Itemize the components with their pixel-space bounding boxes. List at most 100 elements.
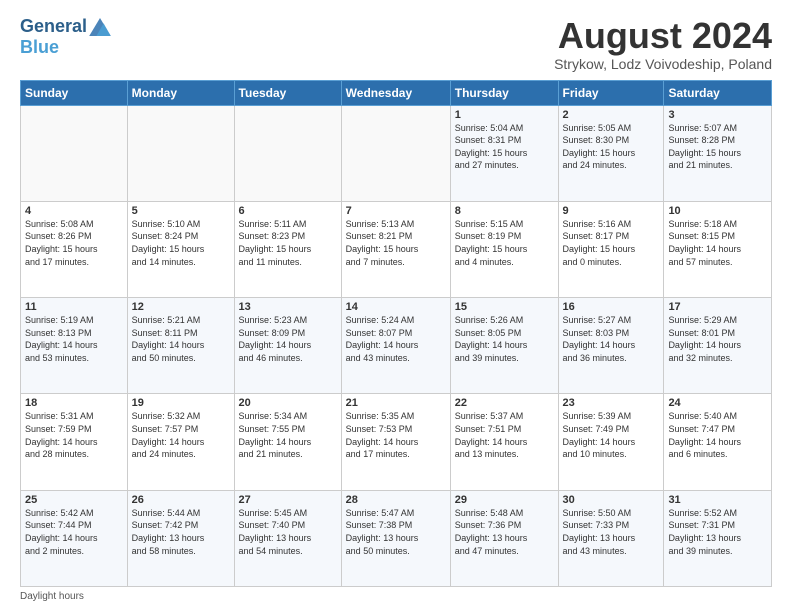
- day-number: 18: [25, 397, 123, 409]
- day-cell: 18Sunrise: 5:31 AM Sunset: 7:59 PM Dayli…: [21, 394, 128, 490]
- calendar: SundayMondayTuesdayWednesdayThursdayFrid…: [20, 80, 772, 587]
- day-header-monday: Monday: [127, 80, 234, 105]
- day-info: Sunrise: 5:10 AM Sunset: 8:24 PM Dayligh…: [132, 218, 230, 268]
- day-number: 16: [563, 301, 660, 313]
- day-info: Sunrise: 5:29 AM Sunset: 8:01 PM Dayligh…: [668, 314, 767, 364]
- day-header-thursday: Thursday: [450, 80, 558, 105]
- day-number: 7: [346, 205, 446, 217]
- day-number: 2: [563, 109, 660, 121]
- day-number: 31: [668, 494, 767, 506]
- day-info: Sunrise: 5:27 AM Sunset: 8:03 PM Dayligh…: [563, 314, 660, 364]
- day-cell: [234, 105, 341, 201]
- day-header-wednesday: Wednesday: [341, 80, 450, 105]
- day-header-tuesday: Tuesday: [234, 80, 341, 105]
- day-cell: 28Sunrise: 5:47 AM Sunset: 7:38 PM Dayli…: [341, 490, 450, 586]
- day-number: 9: [563, 205, 660, 217]
- day-info: Sunrise: 5:07 AM Sunset: 8:28 PM Dayligh…: [668, 122, 767, 172]
- month-title: August 2024: [554, 16, 772, 56]
- day-cell: 4Sunrise: 5:08 AM Sunset: 8:26 PM Daylig…: [21, 201, 128, 297]
- day-info: Sunrise: 5:26 AM Sunset: 8:05 PM Dayligh…: [455, 314, 554, 364]
- day-cell: 20Sunrise: 5:34 AM Sunset: 7:55 PM Dayli…: [234, 394, 341, 490]
- day-number: 24: [668, 397, 767, 409]
- day-cell: 29Sunrise: 5:48 AM Sunset: 7:36 PM Dayli…: [450, 490, 558, 586]
- day-number: 5: [132, 205, 230, 217]
- day-cell: 23Sunrise: 5:39 AM Sunset: 7:49 PM Dayli…: [558, 394, 664, 490]
- day-cell: 3Sunrise: 5:07 AM Sunset: 8:28 PM Daylig…: [664, 105, 772, 201]
- location-subtitle: Strykow, Lodz Voivodeship, Poland: [554, 56, 772, 72]
- day-cell: 24Sunrise: 5:40 AM Sunset: 7:47 PM Dayli…: [664, 394, 772, 490]
- header-row: SundayMondayTuesdayWednesdayThursdayFrid…: [21, 80, 772, 105]
- day-cell: 31Sunrise: 5:52 AM Sunset: 7:31 PM Dayli…: [664, 490, 772, 586]
- logo-blue-text: Blue: [20, 37, 59, 58]
- day-cell: 1Sunrise: 5:04 AM Sunset: 8:31 PM Daylig…: [450, 105, 558, 201]
- day-number: 8: [455, 205, 554, 217]
- day-number: 6: [239, 205, 337, 217]
- day-info: Sunrise: 5:42 AM Sunset: 7:44 PM Dayligh…: [25, 507, 123, 557]
- day-number: 29: [455, 494, 554, 506]
- day-number: 10: [668, 205, 767, 217]
- logo-general-text: General: [20, 16, 87, 37]
- day-number: 17: [668, 301, 767, 313]
- day-info: Sunrise: 5:24 AM Sunset: 8:07 PM Dayligh…: [346, 314, 446, 364]
- day-info: Sunrise: 5:15 AM Sunset: 8:19 PM Dayligh…: [455, 218, 554, 268]
- day-cell: 26Sunrise: 5:44 AM Sunset: 7:42 PM Dayli…: [127, 490, 234, 586]
- logo: General Blue: [20, 16, 111, 58]
- calendar-table: SundayMondayTuesdayWednesdayThursdayFrid…: [20, 80, 772, 587]
- week-row-2: 4Sunrise: 5:08 AM Sunset: 8:26 PM Daylig…: [21, 201, 772, 297]
- day-number: 19: [132, 397, 230, 409]
- day-cell: 12Sunrise: 5:21 AM Sunset: 8:11 PM Dayli…: [127, 298, 234, 394]
- day-cell: 30Sunrise: 5:50 AM Sunset: 7:33 PM Dayli…: [558, 490, 664, 586]
- day-info: Sunrise: 5:50 AM Sunset: 7:33 PM Dayligh…: [563, 507, 660, 557]
- header: General Blue August 2024 Strykow, Lodz V…: [20, 16, 772, 72]
- day-info: Sunrise: 5:04 AM Sunset: 8:31 PM Dayligh…: [455, 122, 554, 172]
- day-cell: 2Sunrise: 5:05 AM Sunset: 8:30 PM Daylig…: [558, 105, 664, 201]
- week-row-4: 18Sunrise: 5:31 AM Sunset: 7:59 PM Dayli…: [21, 394, 772, 490]
- day-info: Sunrise: 5:35 AM Sunset: 7:53 PM Dayligh…: [346, 410, 446, 460]
- day-info: Sunrise: 5:44 AM Sunset: 7:42 PM Dayligh…: [132, 507, 230, 557]
- day-info: Sunrise: 5:08 AM Sunset: 8:26 PM Dayligh…: [25, 218, 123, 268]
- day-cell: 7Sunrise: 5:13 AM Sunset: 8:21 PM Daylig…: [341, 201, 450, 297]
- day-number: 23: [563, 397, 660, 409]
- day-number: 28: [346, 494, 446, 506]
- day-info: Sunrise: 5:31 AM Sunset: 7:59 PM Dayligh…: [25, 410, 123, 460]
- day-info: Sunrise: 5:45 AM Sunset: 7:40 PM Dayligh…: [239, 507, 337, 557]
- day-cell: 6Sunrise: 5:11 AM Sunset: 8:23 PM Daylig…: [234, 201, 341, 297]
- title-area: August 2024 Strykow, Lodz Voivodeship, P…: [554, 16, 772, 72]
- day-number: 30: [563, 494, 660, 506]
- day-number: 14: [346, 301, 446, 313]
- week-row-1: 1Sunrise: 5:04 AM Sunset: 8:31 PM Daylig…: [21, 105, 772, 201]
- day-info: Sunrise: 5:39 AM Sunset: 7:49 PM Dayligh…: [563, 410, 660, 460]
- day-cell: 21Sunrise: 5:35 AM Sunset: 7:53 PM Dayli…: [341, 394, 450, 490]
- day-number: 13: [239, 301, 337, 313]
- day-cell: 9Sunrise: 5:16 AM Sunset: 8:17 PM Daylig…: [558, 201, 664, 297]
- day-header-friday: Friday: [558, 80, 664, 105]
- day-info: Sunrise: 5:18 AM Sunset: 8:15 PM Dayligh…: [668, 218, 767, 268]
- day-cell: 17Sunrise: 5:29 AM Sunset: 8:01 PM Dayli…: [664, 298, 772, 394]
- day-cell: [127, 105, 234, 201]
- day-cell: [341, 105, 450, 201]
- day-number: 3: [668, 109, 767, 121]
- week-row-3: 11Sunrise: 5:19 AM Sunset: 8:13 PM Dayli…: [21, 298, 772, 394]
- day-info: Sunrise: 5:21 AM Sunset: 8:11 PM Dayligh…: [132, 314, 230, 364]
- day-number: 1: [455, 109, 554, 121]
- day-cell: 16Sunrise: 5:27 AM Sunset: 8:03 PM Dayli…: [558, 298, 664, 394]
- footer-note: Daylight hours: [20, 591, 772, 602]
- day-info: Sunrise: 5:05 AM Sunset: 8:30 PM Dayligh…: [563, 122, 660, 172]
- day-cell: 22Sunrise: 5:37 AM Sunset: 7:51 PM Dayli…: [450, 394, 558, 490]
- day-cell: 19Sunrise: 5:32 AM Sunset: 7:57 PM Dayli…: [127, 394, 234, 490]
- day-cell: 14Sunrise: 5:24 AM Sunset: 8:07 PM Dayli…: [341, 298, 450, 394]
- day-info: Sunrise: 5:23 AM Sunset: 8:09 PM Dayligh…: [239, 314, 337, 364]
- day-number: 27: [239, 494, 337, 506]
- day-number: 21: [346, 397, 446, 409]
- day-header-sunday: Sunday: [21, 80, 128, 105]
- day-info: Sunrise: 5:34 AM Sunset: 7:55 PM Dayligh…: [239, 410, 337, 460]
- day-number: 15: [455, 301, 554, 313]
- day-info: Sunrise: 5:11 AM Sunset: 8:23 PM Dayligh…: [239, 218, 337, 268]
- page: General Blue August 2024 Strykow, Lodz V…: [0, 0, 792, 612]
- day-cell: 13Sunrise: 5:23 AM Sunset: 8:09 PM Dayli…: [234, 298, 341, 394]
- day-info: Sunrise: 5:40 AM Sunset: 7:47 PM Dayligh…: [668, 410, 767, 460]
- calendar-body: 1Sunrise: 5:04 AM Sunset: 8:31 PM Daylig…: [21, 105, 772, 586]
- day-number: 11: [25, 301, 123, 313]
- day-cell: 27Sunrise: 5:45 AM Sunset: 7:40 PM Dayli…: [234, 490, 341, 586]
- day-number: 4: [25, 205, 123, 217]
